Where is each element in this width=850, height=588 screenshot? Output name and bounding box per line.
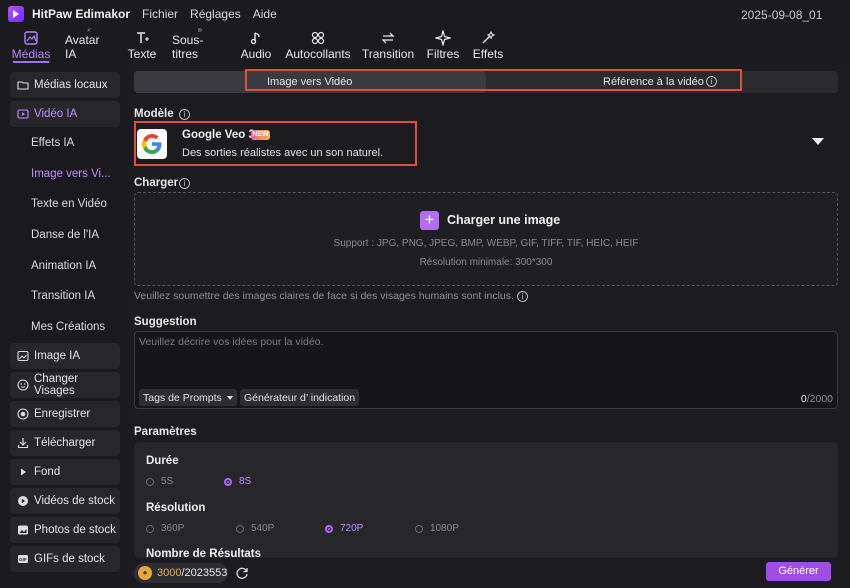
folder-icon [17, 79, 29, 91]
resolution-option-540p[interactable]: 540P [236, 523, 274, 534]
stock-video-icon [17, 495, 29, 507]
sidebar-sub-danse-ia[interactable]: Danse de l'IA [31, 229, 99, 241]
params-panel: Durée 5S 8S Résolution 360P 540P 720P 10… [134, 442, 838, 558]
upload-info-icon[interactable]: i [179, 178, 190, 189]
tab-autocollants[interactable]: Autocollants [285, 28, 351, 64]
sidebar-item-changer-visages[interactable]: Changer Visages [10, 372, 120, 398]
gif-icon: GIF [17, 553, 29, 565]
active-tab-indicator [13, 61, 49, 63]
sidebar-item-videos-de-stock[interactable]: Vidéos de stock [10, 488, 120, 514]
upload-support-text: Support : JPG, PNG, JPEG, BMP, WEBP, GIF… [333, 238, 639, 249]
sidebar-sub-effets-ia[interactable]: Effets IA [31, 137, 74, 149]
image-ai-icon [17, 350, 29, 362]
tab-sous-titres[interactable]: CC Sous-titres [172, 28, 227, 64]
model-info-icon[interactable]: i [179, 109, 190, 120]
duration-option-8s[interactable]: 8S [224, 476, 251, 487]
transition-icon [381, 32, 395, 44]
resolution-label: Résolution [146, 502, 206, 514]
chevron-down-icon[interactable] [812, 138, 824, 145]
subtitles-icon: CC [197, 28, 202, 32]
upload-button-label[interactable]: Charger une image [447, 213, 560, 227]
sidebar-item-telecharger[interactable]: Télécharger [10, 430, 120, 456]
resolution-option-1080p[interactable]: 1080P [415, 523, 459, 534]
refresh-icon[interactable] [235, 566, 249, 580]
project-name: 2025-09-08_01 [741, 8, 823, 22]
sidebar-item-medias-locaux[interactable]: Médias locaux [10, 72, 120, 98]
tab-effets[interactable]: Effets [473, 28, 503, 64]
tab-transition[interactable]: Transition [362, 28, 414, 64]
stickers-icon [311, 31, 325, 45]
stock-photo-icon [17, 524, 29, 536]
credits-display: ● 3000/2023553 [134, 563, 228, 583]
sidebar-item-image-ia[interactable]: Image IA [10, 343, 120, 369]
prompt-input[interactable] [139, 336, 829, 380]
sidebar-item-enregistrer[interactable]: Enregistrer [10, 401, 120, 427]
record-icon [17, 408, 29, 420]
sidebar-sub-image-vers-video[interactable]: Image vers Vi... [31, 168, 111, 180]
model-section-label: Modèle [134, 108, 174, 120]
sidebar-item-video-ia[interactable]: Vidéo IA [10, 101, 120, 127]
generate-button[interactable]: Générer [766, 562, 831, 581]
menu-fichier[interactable]: Fichier [142, 7, 178, 21]
sidebar-sub-texte-en-video[interactable]: Texte en Vidéo [31, 198, 107, 210]
model-highlight-box [134, 121, 417, 166]
duration-option-5s[interactable]: 5S [146, 476, 173, 487]
sidebar: Médias locaux Vidéo IA Effets IA Image v… [0, 64, 128, 588]
sidebar-item-fond[interactable]: Fond [10, 459, 120, 485]
svg-text:GIF: GIF [19, 557, 27, 562]
upload-resolution-text: Résolution minimale: 300*300 [419, 257, 553, 268]
title-bar: HitPaw Edimakor Fichier Réglages Aide 20… [0, 0, 850, 28]
app-logo-icon [8, 6, 24, 22]
resolution-option-720p[interactable]: 720P [325, 523, 363, 534]
ai-video-icon [17, 108, 29, 120]
filters-icon [435, 30, 451, 46]
prompt-section-label: Suggestion [134, 316, 197, 328]
media-icon [24, 31, 38, 45]
params-section-label: Paramètres [134, 426, 197, 438]
prompt-box: Tags de Prompts Générateur d’ indication… [134, 331, 838, 409]
sidebar-sub-animation-ia[interactable]: Animation IA [31, 260, 96, 272]
coin-icon: ● [138, 566, 152, 580]
download-icon [17, 437, 29, 449]
sidebar-item-gifs-de-stock[interactable]: GIF GIFs de stock [10, 546, 120, 572]
results-count-label: Nombre de Résultats [146, 548, 262, 558]
tab-avatar-ia[interactable]: Avatar IA [65, 28, 113, 64]
main-toolbar: Médias Avatar IA Texte CC Sous-titres Au… [0, 28, 850, 64]
menu-aide[interactable]: Aide [253, 7, 277, 21]
effects-icon [482, 30, 496, 44]
upload-dropzone[interactable]: + Charger une image Support : JPG, PNG, … [134, 192, 838, 286]
prompt-generator-button[interactable]: Générateur d’ indication [240, 389, 360, 406]
svg-text:CC: CC [198, 30, 200, 32]
sidebar-sub-transition-ia[interactable]: Transition IA [31, 290, 95, 302]
caret-down-icon [226, 395, 233, 400]
char-counter: 0/2000 [800, 393, 833, 405]
plus-icon: + [420, 211, 439, 230]
mode-highlight-box [245, 69, 742, 91]
sidebar-item-photos-de-stock[interactable]: Photos de stock [10, 517, 120, 543]
menu-reglages[interactable]: Réglages [190, 7, 241, 21]
play-triangle-icon [17, 466, 29, 478]
prompt-tags-dropdown[interactable]: Tags de Prompts [139, 389, 237, 406]
music-note-icon [250, 32, 260, 45]
face-swap-icon [17, 379, 29, 391]
main-panel: Image vers Vidéo Référence à la vidéo i … [128, 64, 850, 588]
resolution-option-360p[interactable]: 360P [146, 523, 184, 534]
avatar-icon [87, 28, 91, 32]
duration-label: Durée [146, 455, 179, 467]
tab-audio[interactable]: Audio [241, 28, 271, 64]
upload-section-label: Charger [134, 177, 179, 189]
tab-medias[interactable]: Médias [12, 28, 50, 64]
tab-texte[interactable]: Texte [128, 28, 156, 64]
upload-hint: Veuillez soumettre des images claires de… [134, 290, 514, 302]
app-title: HitPaw Edimakor [32, 7, 131, 21]
text-icon [137, 32, 149, 43]
hint-info-icon[interactable]: i [517, 291, 528, 302]
sidebar-sub-mes-creations[interactable]: Mes Créations [31, 321, 105, 333]
bottom-bar: ● 3000/2023553 Générer [128, 558, 850, 588]
tab-filtres[interactable]: Filtres [427, 28, 459, 64]
